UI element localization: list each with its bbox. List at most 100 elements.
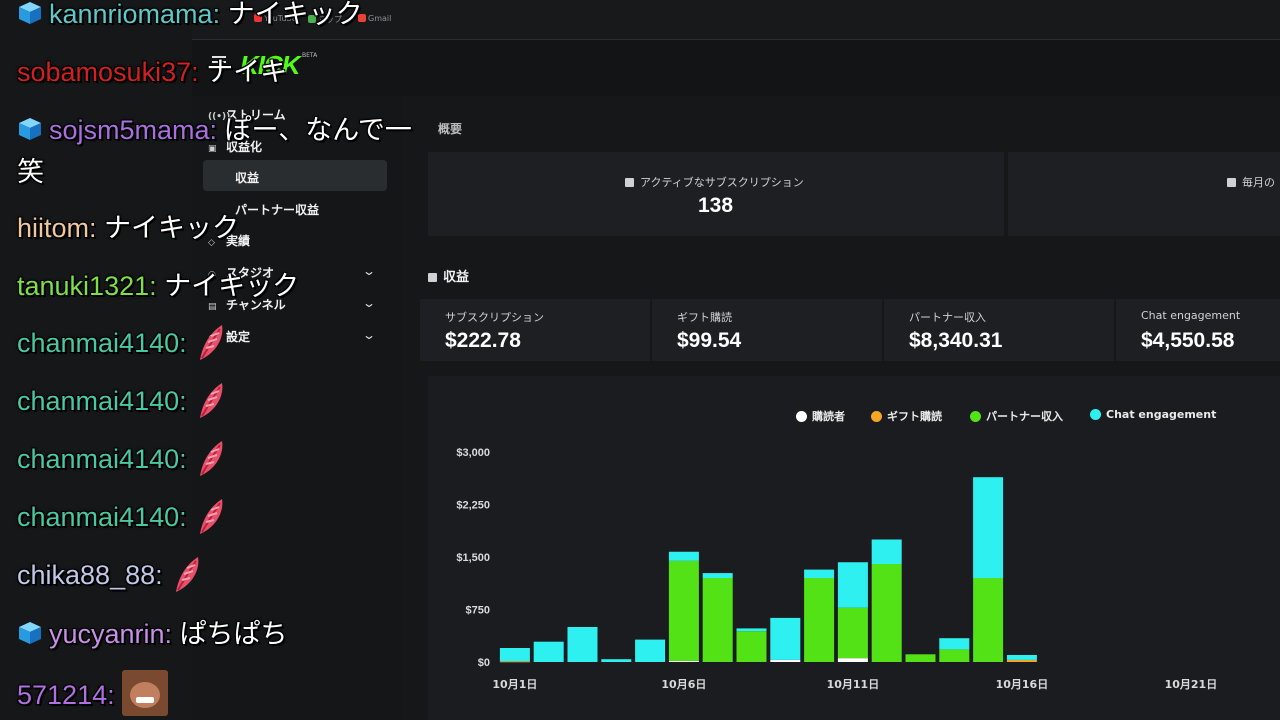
bar-segment-3[interactable] xyxy=(702,578,733,662)
sidebar-item-label: 設定 xyxy=(226,330,251,344)
bar-segment-4[interactable] xyxy=(702,573,733,578)
legend-item-partner-income[interactable]: パートナー収入 xyxy=(970,408,1063,424)
y-tick-label: $1,500 xyxy=(456,552,490,564)
bar-segment-4[interactable] xyxy=(1006,655,1037,660)
monthly-label: 毎月の xyxy=(1227,174,1275,190)
sidebar-item-label: パートナー収益 xyxy=(235,203,320,217)
sidebar-item-channel[interactable]: ▤ チャンネル xyxy=(208,296,286,313)
chat-username[interactable]: chanmai4140: xyxy=(17,502,194,532)
stat-label-text: 毎月の xyxy=(1242,176,1275,189)
bar-segment-4[interactable] xyxy=(668,551,699,561)
bar-segment-1[interactable] xyxy=(837,658,868,662)
cube-badge-icon xyxy=(19,118,41,140)
chart-icon xyxy=(625,178,634,187)
legend-item-chat-engagement[interactable]: Chat engagement xyxy=(1090,408,1216,421)
cube-badge-icon xyxy=(19,2,41,24)
main-content: 概要 アクティブなサブスクリプション 138 毎月の 収益 サブスクリプション … xyxy=(420,96,1280,720)
bar-segment-4[interactable] xyxy=(804,569,835,578)
bar-segment-4[interactable] xyxy=(837,562,868,608)
bar-segment-4[interactable] xyxy=(770,617,801,660)
sidebar-item-monetization[interactable]: ▣ 収益化 xyxy=(208,138,262,155)
chat-message: 笑 xyxy=(17,150,44,189)
active-item-highlight xyxy=(203,160,387,191)
bar-segment-4[interactable] xyxy=(635,639,666,662)
chevron-down-icon[interactable]: ⌄ xyxy=(362,264,376,278)
sidebar-item-label: ストリーム xyxy=(226,108,286,122)
dollar-icon: ▣ xyxy=(208,144,217,154)
legend-item-gift-subs[interactable]: ギフト購読 xyxy=(871,408,942,424)
hamburger-menu-icon[interactable] xyxy=(212,56,226,68)
chart-icon xyxy=(428,273,437,282)
monthly-card: 毎月の xyxy=(1008,152,1280,236)
x-tick-label: 10月1日 xyxy=(492,678,537,691)
legend-dot xyxy=(970,411,981,422)
chat-username[interactable]: chanmai4140: xyxy=(17,444,194,474)
bar-segment-4[interactable] xyxy=(567,627,598,662)
sidebar-item-achievements[interactable]: ◇ 実績 xyxy=(208,232,250,249)
kick-logo[interactable]: KICK xyxy=(240,50,301,81)
youtube-icon xyxy=(254,14,262,22)
chat-username[interactable]: chika88_88: xyxy=(17,560,170,590)
bar-segment-4[interactable] xyxy=(871,539,902,565)
bar-segment-4[interactable] xyxy=(973,477,1004,578)
sidebar-item-stream[interactable]: ((•))ストリーム xyxy=(208,106,286,123)
bar-segment-3[interactable] xyxy=(804,578,835,662)
bookmark-label: マップ xyxy=(318,15,342,24)
revenue-card-value: $8,340.31 xyxy=(909,329,1003,352)
laughing-face-emote-icon xyxy=(122,670,169,716)
chat-username[interactable]: hiitom: xyxy=(17,213,104,243)
gear-icon: ⚙ xyxy=(208,334,217,344)
bookmark-maps[interactable]: マップ xyxy=(308,14,342,25)
chat-username[interactable]: 571214: xyxy=(17,680,122,710)
bar-segment-3[interactable] xyxy=(939,649,970,662)
bar-segment-2[interactable] xyxy=(1006,659,1037,662)
bar-segment-3[interactable] xyxy=(736,631,767,662)
bar-segment-3[interactable] xyxy=(905,654,936,662)
revenue-bar-chart: $0 $750 $1,500 $2,250 $3,000 10月1日 10月6日 10月11日… xyxy=(456,447,1217,691)
revenue-card-label: ギフト購読 xyxy=(677,311,732,324)
sidebar-item-settings[interactable]: ⚙ 設定 xyxy=(208,328,250,345)
active-subscriptions-card: アクティブなサブスクリプション 138 xyxy=(428,152,1004,236)
bar-segment-4[interactable] xyxy=(939,638,970,650)
legend-label: 購読者 xyxy=(812,410,845,423)
chat-username[interactable]: chanmai4140: xyxy=(17,328,194,358)
sidebar-item-partner-revenue[interactable]: パートナー収益 xyxy=(235,201,319,218)
bar-segment-4[interactable] xyxy=(601,659,632,662)
bar-segment-4[interactable] xyxy=(499,648,530,662)
chevron-down-icon[interactable]: ⌄ xyxy=(362,328,376,342)
bar-segment-3[interactable] xyxy=(837,607,868,659)
revenue-title-text: 収益 xyxy=(443,270,470,285)
chat-username[interactable]: chanmai4140: xyxy=(17,386,194,416)
chevron-down-icon[interactable]: ⌄ xyxy=(362,296,376,310)
sidebar-item-label: 収益 xyxy=(235,171,260,185)
x-tick-label: 10月11日 xyxy=(827,678,880,691)
bar-segment-1[interactable] xyxy=(668,660,699,662)
bar-segment-2[interactable] xyxy=(499,661,530,663)
bookmark-gmail[interactable]: Gmail xyxy=(358,14,391,23)
chat-username[interactable]: sobamosuki37: xyxy=(17,57,206,87)
bar-segment-3[interactable] xyxy=(668,560,699,661)
bar-segment-3[interactable] xyxy=(871,564,902,662)
revenue-card-gift-subs: ギフト購読 $99.54 xyxy=(652,299,882,361)
chat-username[interactable]: tanuki1321: xyxy=(17,271,164,301)
chat-message-text: 笑 xyxy=(17,157,44,187)
chat-username[interactable]: yucyanrin: xyxy=(49,619,180,649)
active-subscriptions-label: アクティブなサブスクリプション xyxy=(625,174,804,190)
bar-segment-4[interactable] xyxy=(736,628,767,632)
bar-segment-4[interactable] xyxy=(533,641,564,662)
active-subscriptions-value: 138 xyxy=(698,194,734,217)
legend-label: ギフト購読 xyxy=(887,410,942,423)
bar-segment-3[interactable] xyxy=(973,578,1004,662)
legend-dot xyxy=(1090,409,1101,420)
sidebar-item-studio[interactable]: ◎ スタジオ xyxy=(208,264,274,281)
legend-item-subscribers[interactable]: 購読者 xyxy=(796,408,845,424)
bar-segment-1[interactable] xyxy=(770,659,801,662)
revenue-card-label: Chat engagement xyxy=(1141,309,1241,322)
chat-background xyxy=(0,0,192,720)
x-tick-label: 10月6日 xyxy=(661,678,706,691)
chart-icon xyxy=(1227,178,1236,187)
sidebar-item-revenue[interactable]: 収益 xyxy=(235,169,259,186)
sidebar-item-label: チャンネル xyxy=(226,298,286,312)
bookmark-youtube[interactable]: YouTube xyxy=(254,14,297,23)
stat-label-text: アクティブなサブスクリプション xyxy=(640,176,804,189)
